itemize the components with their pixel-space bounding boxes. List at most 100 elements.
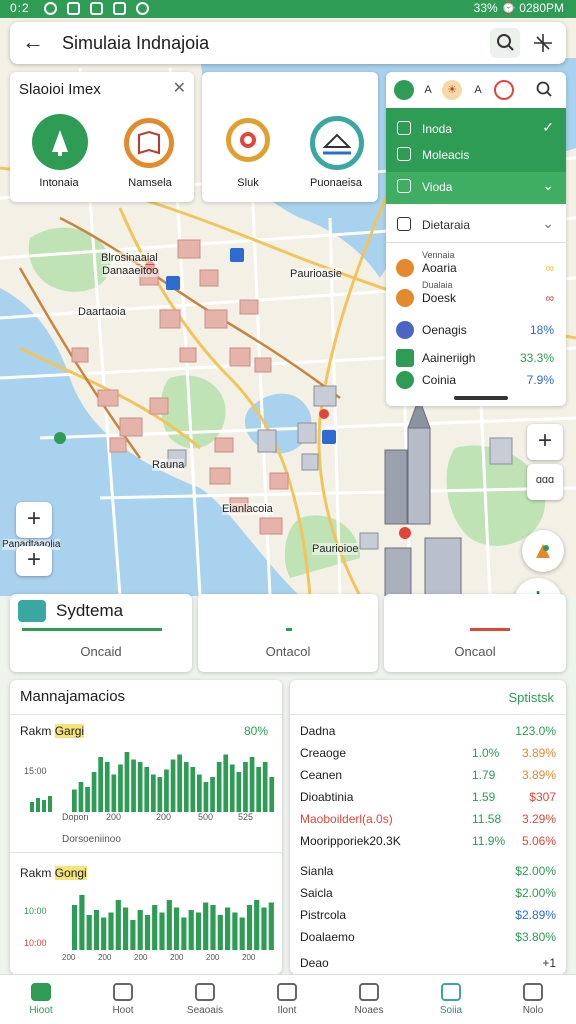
map-scale-button[interactable]: ɑɑɑ: [527, 464, 563, 500]
chart2-label-text: Rakm: [20, 866, 52, 880]
hoot-icon: [113, 983, 133, 1001]
chart-bar: [101, 917, 107, 950]
station-icon-4[interactable]: [310, 116, 364, 170]
close-icon[interactable]: ✕: [173, 78, 186, 98]
chart-bar: [190, 767, 196, 812]
settings-button[interactable]: [528, 28, 558, 58]
back-arrow-icon[interactable]: ←: [20, 30, 46, 56]
filter-chip-alert-icon[interactable]: [494, 80, 514, 100]
bottom-nav: Hioot Hoot Seaoais Ilont Noaes Soiia Nolo: [0, 974, 576, 1024]
stats-row-label: Saicla: [300, 886, 333, 900]
filter-row-inoda[interactable]: Inoda ✓: [386, 116, 566, 142]
nav-item-social[interactable]: Soiia: [410, 975, 492, 1024]
legend-row[interactable]: Dualaia Doesk ∞: [386, 280, 566, 310]
stats-row[interactable]: Deao +1: [300, 954, 556, 974]
page-title: Simulaia Indnajoia: [62, 33, 210, 53]
system-card-2[interactable]: Ontacol: [198, 594, 378, 672]
filter-row-icon: [397, 121, 411, 135]
zoom-in-button-left[interactable]: +: [16, 502, 52, 538]
filter-row-dietaraia[interactable]: Dietaraia ⌄: [386, 212, 566, 238]
chart-bar: [159, 912, 165, 950]
station-label-4: Puonaeisa: [310, 177, 362, 189]
system-icon: [18, 600, 46, 622]
legend-row[interactable]: Vennaia Aoaria ∞: [386, 250, 566, 280]
stats-row-delta: 11.9%: [472, 834, 506, 848]
chart-mini-bar: [36, 798, 40, 812]
filter-row-label: Inoda: [422, 122, 453, 136]
chart-bar: [188, 910, 194, 950]
station-icon-2[interactable]: [124, 118, 174, 168]
filter-chip-bike-icon[interactable]: A: [418, 80, 438, 100]
layers-button[interactable]: [522, 530, 564, 572]
list-icon: [277, 983, 297, 1001]
stats-row[interactable]: Doalaemo $3.80%: [300, 928, 556, 948]
filter-chip-walk-icon[interactable]: A: [468, 80, 488, 100]
legend-row[interactable]: Coinia 7.9%: [386, 368, 566, 392]
chart-bar: [86, 915, 92, 950]
system-card-3[interactable]: Oncaol: [384, 594, 566, 672]
notification-icon: [113, 2, 126, 15]
stats-row[interactable]: Saicla $2.00%: [300, 884, 556, 904]
check-icon: ✓: [542, 119, 554, 135]
stats-row-label: Dioabtinia: [300, 790, 354, 804]
chart-bar: [130, 920, 136, 950]
stats-row-value: 5.06%: [521, 834, 556, 848]
stats-row[interactable]: Pistrcola $2.89%: [300, 906, 556, 926]
zoom-out-button-left[interactable]: +: [16, 546, 52, 576]
stats-row[interactable]: Dioabtinia 1.59 $307: [300, 788, 556, 808]
station-icon-1[interactable]: [32, 114, 88, 170]
search-icon: [536, 81, 552, 97]
zoom-in-button[interactable]: +: [527, 424, 563, 460]
nav-item-hoot[interactable]: Hoot: [82, 975, 164, 1024]
filter-row-moleacis[interactable]: Moleacis: [386, 142, 566, 168]
filter-panel: A ☀ A Inoda ✓ Moleacis Vioda ⌄ Dietaraia…: [386, 72, 566, 406]
filter-chip-leaf-icon[interactable]: [394, 80, 414, 100]
stats-row-label: Deao: [300, 956, 329, 970]
chevron-down-icon: ⌄: [542, 177, 554, 193]
chart-bar: [72, 789, 77, 812]
search-button[interactable]: [490, 28, 520, 58]
filter-search-button[interactable]: [532, 78, 556, 102]
nav-item-list[interactable]: Ilont: [246, 975, 328, 1024]
system-value-3: Oncaol: [454, 644, 496, 659]
system-title: Sydtema: [56, 601, 124, 620]
social-icon: [441, 983, 461, 1001]
stats-row-label: Mooripporiek20.3K: [300, 834, 401, 848]
stats-row[interactable]: Dadna 123.0%: [300, 722, 556, 742]
station-icon-3[interactable]: [226, 118, 270, 162]
stats-row-value: $2.89%: [515, 908, 556, 922]
nav-item-notes[interactable]: Noaes: [328, 975, 410, 1024]
stats-row-value: $307: [529, 790, 556, 804]
stats-row[interactable]: Mooripporiek20.3K 11.9% 5.06%: [300, 832, 556, 852]
map-book-icon: [138, 130, 160, 155]
chart-mini-bar: [48, 796, 52, 812]
filter-chip-sun-icon[interactable]: ☀: [442, 80, 462, 100]
nav-item-search[interactable]: Seaoais: [164, 975, 246, 1024]
stats-row[interactable]: Maoboilderl(a.0s) 11.58 3.29%: [300, 810, 556, 830]
stats-row-value: $3.80%: [515, 930, 556, 944]
chart-mini-bar: [30, 802, 34, 812]
filter-row-vioda[interactable]: Vioda ⌄: [386, 174, 566, 200]
nav-item-home[interactable]: Hioot: [0, 975, 82, 1024]
map-label: Paurioioe: [312, 543, 359, 555]
stats-row-label: Sianla: [300, 864, 334, 878]
chart-bar: [144, 915, 151, 950]
drag-handle[interactable]: [454, 396, 508, 400]
status-right: 33% ⌚ 0280PM: [473, 1, 564, 15]
station-card: Slaoioi Imex ✕ Intonaia Namsela: [10, 72, 194, 202]
chart-bar: [157, 777, 163, 812]
chart-bar: [195, 912, 202, 950]
stats-row[interactable]: Sianla $2.00%: [300, 862, 556, 882]
legend-row[interactable]: Oenagis 18%: [386, 318, 566, 342]
top-app-bar: ← Simulaia Indnajoia: [10, 22, 566, 64]
nav-item-note[interactable]: Nolo: [492, 975, 574, 1024]
chart2-x-tick: 200: [62, 953, 76, 962]
stats-row[interactable]: Ceanen 1.79 3.89%: [300, 766, 556, 786]
nav-label: Ilont: [277, 1005, 297, 1016]
status-left: 0:2: [10, 1, 30, 15]
legend-row[interactable]: Aaineriigh 33.3%: [386, 346, 566, 370]
legend-name: Oenagis: [422, 323, 467, 337]
system-card-1[interactable]: Sydtema Oncaid: [10, 594, 192, 672]
stats-row[interactable]: Creaoge 1.0% 3.89%: [300, 744, 556, 764]
divider: [290, 714, 566, 715]
